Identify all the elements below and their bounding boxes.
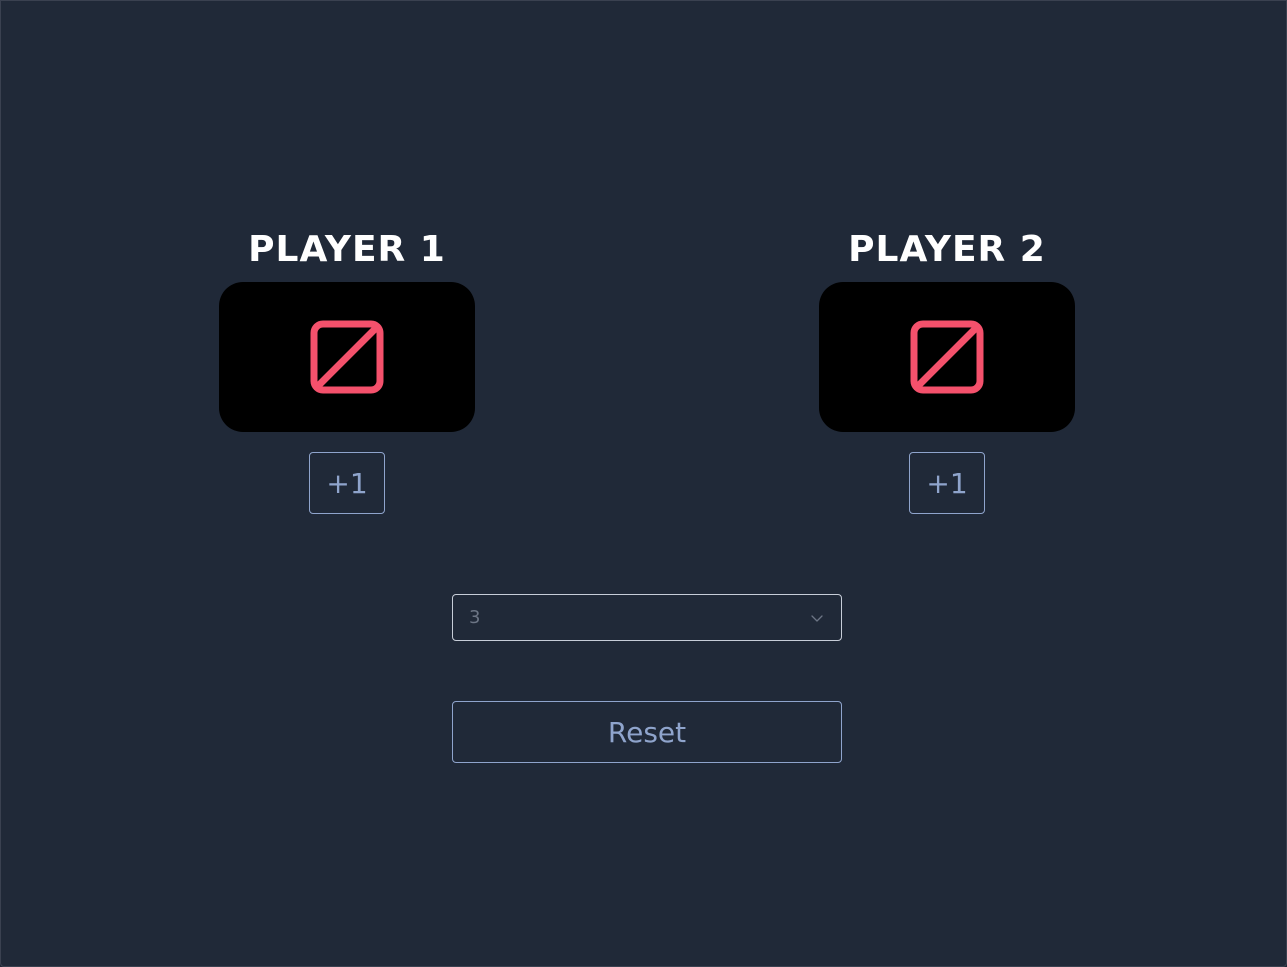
reset-button[interactable]: Reset [452,701,842,763]
window-frame [0,0,1287,967]
player-2-score-display [819,282,1075,432]
player-1-score-display [219,282,475,432]
player-1-panel: PLAYER 1 +1 [219,226,475,514]
player-1-increment-button[interactable]: +1 [309,452,385,514]
null-empty-icon [310,320,384,394]
player-2-increment-button[interactable]: +1 [909,452,985,514]
player-2-title: PLAYER 2 [848,229,1046,270]
rounds-select-value: 3 [469,607,481,628]
player-1-title: PLAYER 1 [248,229,446,270]
rounds-select[interactable]: 3 [452,594,842,641]
chevron-down-icon [797,595,837,640]
null-empty-icon [910,320,984,394]
player-2-panel: PLAYER 2 +1 [819,226,1075,514]
